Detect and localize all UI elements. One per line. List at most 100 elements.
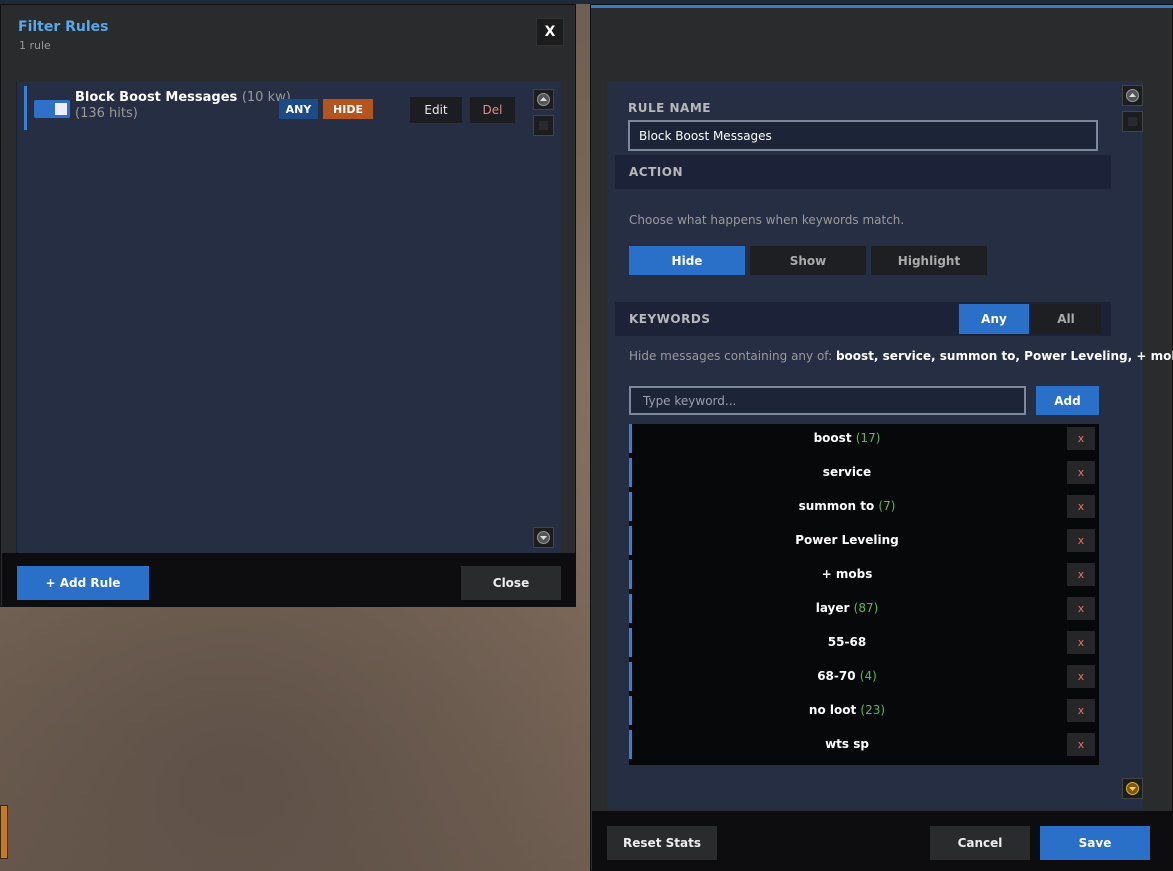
keyword-row: 68-70 (4) x [629, 662, 1099, 691]
toggle-knob [55, 103, 67, 115]
rules-panel-footer: + Add Rule Close [2, 553, 576, 607]
keyword-hit-count: (7) [878, 499, 896, 513]
keyword-hit-count: (17) [855, 431, 881, 445]
keyword-list: boost (17) x service x summon to (7) x P… [629, 424, 1099, 765]
keyword-label: service [632, 465, 1062, 479]
match-any-button[interactable]: Any [959, 304, 1029, 334]
keyword-text: no loot [808, 703, 857, 717]
remove-keyword-button[interactable]: x [1067, 699, 1095, 722]
keyword-label: summon to (7) [632, 499, 1062, 513]
background-orange-frame [0, 805, 8, 859]
keyword-text: Power Leveling [795, 533, 899, 547]
keyword-text: boost [813, 431, 852, 445]
keyword-row: layer (87) x [629, 594, 1099, 623]
keyword-label: boost (17) [632, 431, 1062, 445]
keyword-text: + mobs [821, 567, 873, 581]
action-show-button[interactable]: Show [750, 246, 866, 275]
edit-rule-button[interactable]: Edit [410, 97, 462, 123]
rule-name-label: RULE NAME [628, 101, 711, 115]
keyword-row: Power Leveling x [629, 526, 1099, 555]
remove-keyword-button[interactable]: x [1067, 563, 1095, 586]
match-mode-badge: ANY [279, 99, 318, 119]
keyword-input[interactable]: Type keyword... [629, 386, 1026, 415]
delete-rule-button[interactable]: Del [470, 97, 515, 123]
panel-title: Filter Rules [18, 19, 109, 35]
scroll-down-highlight-icon [1126, 782, 1139, 795]
cancel-button[interactable]: Cancel [930, 826, 1030, 860]
keyword-label: 55-68 [632, 635, 1062, 649]
keyword-text: 55-68 [827, 635, 867, 649]
action-highlight-button[interactable]: Highlight [871, 246, 987, 275]
keywords-summary-prefix: Hide messages containing any of: [629, 349, 833, 363]
keyword-hit-count: (23) [860, 703, 886, 717]
scroll-track-button[interactable] [533, 115, 554, 136]
reset-stats-button[interactable]: Reset Stats [607, 826, 717, 860]
keyword-text: 68-70 [817, 669, 856, 683]
rule-editor-panel: RULE NAME Block Boost Messages ACTION Ch… [590, 4, 1173, 871]
scroll-thumb-icon [539, 121, 548, 130]
rules-list: Block Boost Messages (10 kw) (136 hits) … [16, 81, 561, 553]
remove-keyword-button[interactable]: x [1067, 427, 1095, 450]
close-panel-button[interactable]: X [536, 18, 564, 46]
keyword-label: 68-70 (4) [632, 669, 1062, 683]
keyword-text: layer [815, 601, 850, 615]
close-button[interactable]: Close [461, 566, 561, 600]
filter-rules-panel: Filter Rules 1 rule X Block Boost Messag… [0, 4, 576, 607]
remove-keyword-button[interactable]: x [1067, 461, 1095, 484]
remove-keyword-button[interactable]: x [1067, 597, 1095, 620]
remove-keyword-button[interactable]: x [1067, 733, 1095, 756]
rule-name-text: Block Boost Messages [75, 90, 238, 105]
scroll-up-icon [1126, 89, 1139, 102]
keyword-hit-count: (4) [859, 669, 877, 683]
scroll-down-button[interactable] [533, 527, 554, 548]
keyword-row: wts sp x [629, 730, 1099, 759]
keyword-label: + mobs [632, 567, 1062, 581]
rule-count: 1 rule [19, 39, 51, 52]
rule-enabled-toggle[interactable] [34, 100, 70, 118]
action-section-label: ACTION [629, 165, 683, 179]
panel-top-accent [591, 5, 1173, 8]
scroll-up-button[interactable] [533, 89, 554, 110]
keyword-text: wts sp [825, 737, 869, 751]
keyword-row: summon to (7) x [629, 492, 1099, 521]
save-button[interactable]: Save [1040, 826, 1150, 860]
keyword-row: boost (17) x [629, 424, 1099, 453]
match-all-button[interactable]: All [1031, 304, 1101, 334]
remove-keyword-button[interactable]: x [1067, 495, 1095, 518]
editor-content: RULE NAME Block Boost Messages ACTION Ch… [607, 81, 1173, 809]
scroll-thumb-icon [1128, 117, 1137, 126]
action-section-header: ACTION [615, 155, 1111, 189]
rule-hits: (136 hits) [75, 106, 138, 121]
remove-keyword-button[interactable]: x [1067, 631, 1095, 654]
add-keyword-button[interactable]: Add [1036, 386, 1099, 415]
remove-keyword-button[interactable]: x [1067, 529, 1095, 552]
keywords-section-label: KEYWORDS [629, 312, 711, 326]
action-badge: HIDE [323, 99, 373, 119]
rule-name: Block Boost Messages (10 kw) [75, 90, 291, 105]
action-description: Choose what happens when keywords match. [629, 213, 905, 227]
rule-name-input[interactable]: Block Boost Messages [628, 120, 1098, 151]
keyword-label: layer (87) [632, 601, 1062, 615]
action-hide-button[interactable]: Hide [629, 246, 745, 275]
editor-footer: Reset Stats Cancel Save [592, 811, 1173, 871]
keyword-row: service x [629, 458, 1099, 487]
scroll-up-icon [537, 93, 550, 106]
editor-scroll-track-button[interactable] [1122, 111, 1143, 132]
keywords-summary-list: boost, service, summon to, Power Levelin… [835, 349, 1173, 363]
keywords-section-header: KEYWORDS Any All [615, 302, 1111, 336]
scroll-down-icon [537, 531, 550, 544]
keyword-label: wts sp [632, 737, 1062, 751]
add-rule-button[interactable]: + Add Rule [17, 566, 149, 600]
keyword-row: no loot (23) x [629, 696, 1099, 725]
keyword-text: summon to [798, 499, 875, 513]
keyword-label: no loot (23) [632, 703, 1062, 717]
keyword-hit-count: (87) [853, 601, 879, 615]
editor-scroll-down-button[interactable] [1122, 778, 1143, 799]
keyword-row: 55-68 x [629, 628, 1099, 657]
remove-keyword-button[interactable]: x [1067, 665, 1095, 688]
keyword-label: Power Leveling [632, 533, 1062, 547]
keyword-row: + mobs x [629, 560, 1099, 589]
editor-scroll-up-button[interactable] [1122, 85, 1143, 106]
keyword-text: service [822, 465, 872, 479]
keywords-summary: Hide messages containing any of: boost, … [629, 349, 1173, 363]
